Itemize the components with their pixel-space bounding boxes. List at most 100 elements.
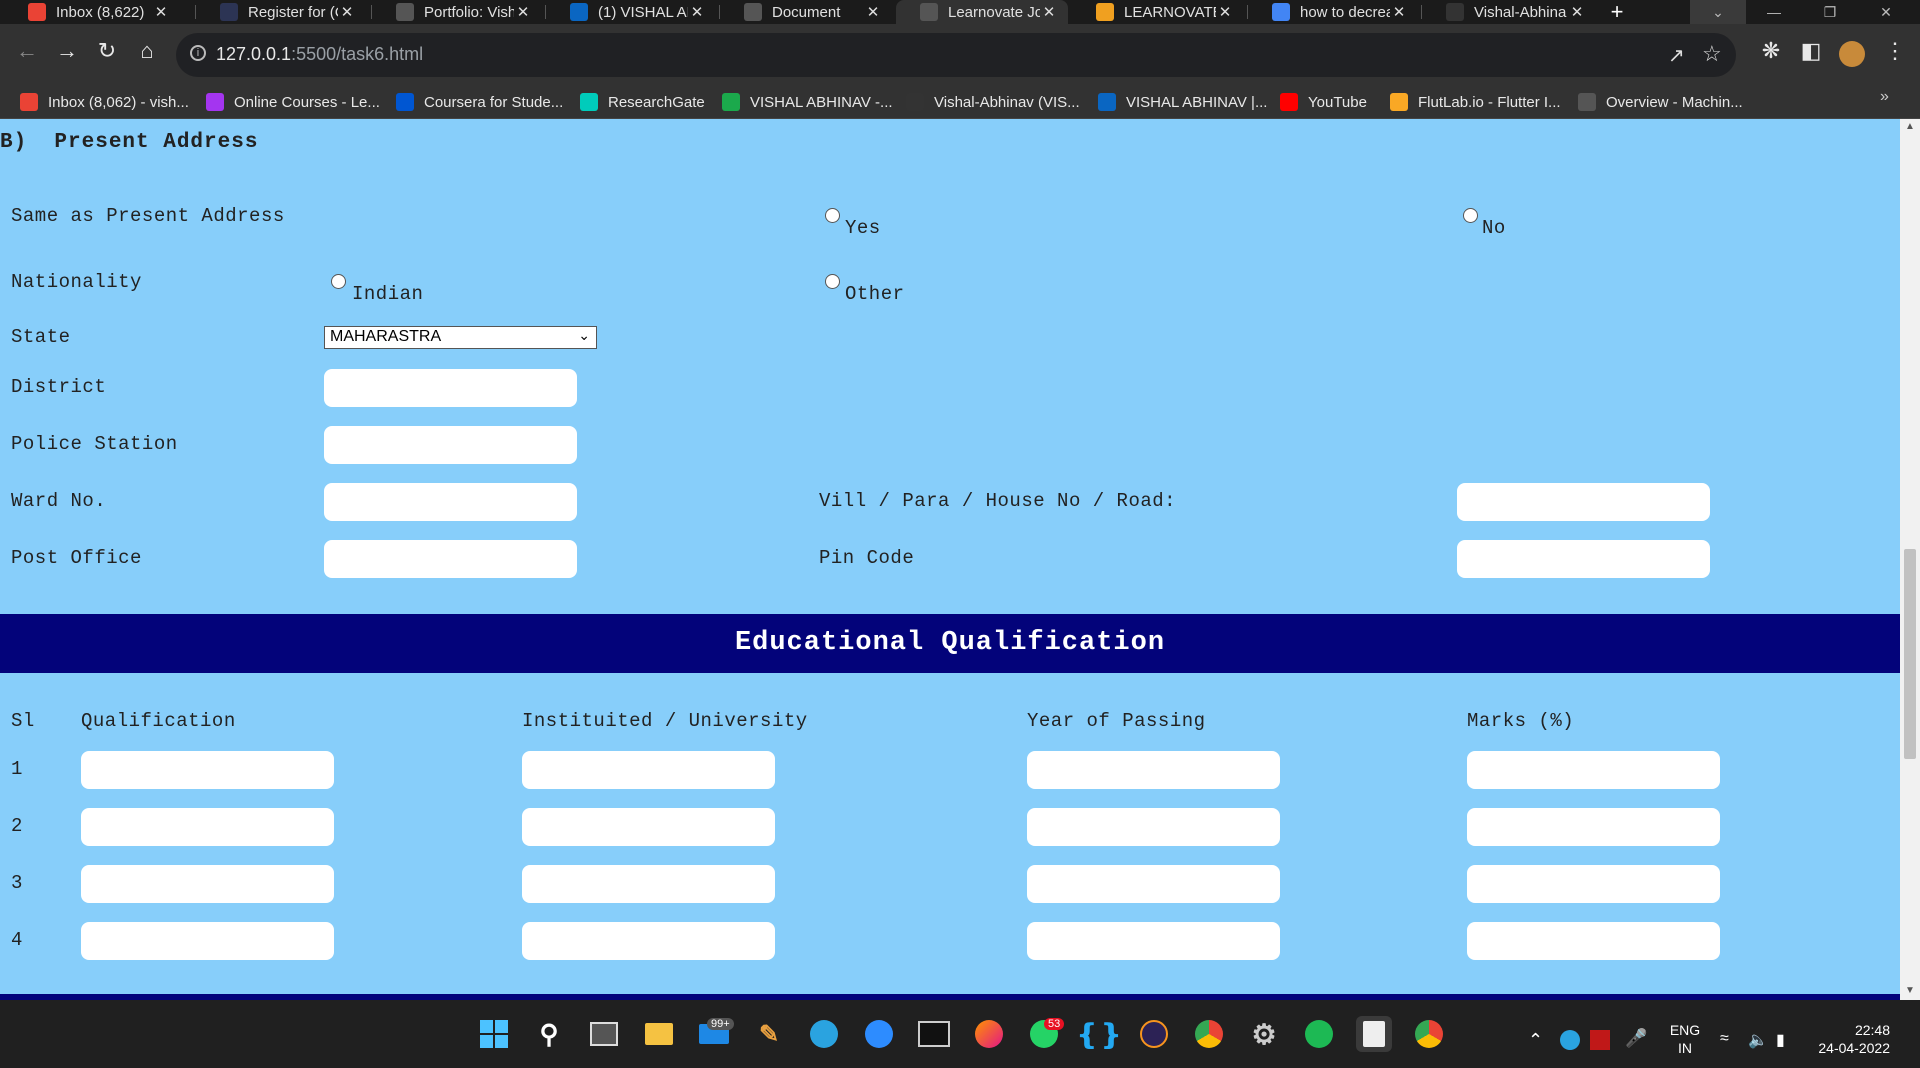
row-2-marks-input[interactable]	[1467, 808, 1720, 846]
chrome-icon[interactable]	[1191, 1016, 1227, 1052]
microphone-icon[interactable]: 🎤	[1625, 1028, 1647, 1049]
close-window-button[interactable]: ✕	[1858, 0, 1914, 24]
bookmark-item[interactable]: Overview - Machin...	[1578, 92, 1743, 112]
same-as-no-radio[interactable]	[1463, 208, 1478, 223]
menu-icon[interactable]: ⋮	[1880, 36, 1910, 66]
close-tab-icon[interactable]: ✕	[514, 3, 532, 21]
clock[interactable]: 22:48 24-04-2022	[1810, 1021, 1890, 1057]
police-station-input[interactable]	[324, 426, 577, 464]
bookmark-item[interactable]: Online Courses - Le...	[206, 92, 380, 112]
bookmark-star-icon[interactable]: ☆	[1702, 41, 1722, 67]
browser-tab[interactable]: Inbox (8,622) ✕	[4, 0, 180, 24]
district-input[interactable]	[324, 369, 577, 407]
ward-no-input[interactable]	[324, 483, 577, 521]
browser-tab[interactable]: LEARNOVATE ✕	[1072, 0, 1244, 24]
bookmark-item[interactable]: FlutLab.io - Flutter I...	[1390, 92, 1561, 112]
search-icon[interactable]: ⚲	[531, 1016, 567, 1052]
bookmark-item[interactable]: VISHAL ABHINAV |...	[1098, 92, 1267, 112]
bookmark-item[interactable]: YouTube	[1280, 92, 1367, 112]
close-tab-icon[interactable]: ✕	[1216, 3, 1234, 21]
tray-overflow-icon[interactable]: ⌃	[1528, 1030, 1543, 1051]
row-1-university-input[interactable]	[522, 751, 775, 789]
spotify-icon[interactable]	[1301, 1016, 1337, 1052]
restore-button[interactable]: ❐	[1802, 0, 1858, 24]
state-select[interactable]: MAHARASTRA ⌄	[324, 326, 597, 349]
language-indicator[interactable]: ENG IN	[1665, 1021, 1705, 1057]
share-icon[interactable]: ↗	[1668, 43, 1685, 68]
close-tab-icon[interactable]: ✕	[864, 3, 882, 21]
telegram-icon[interactable]	[806, 1016, 842, 1052]
close-tab-icon[interactable]: ✕	[152, 3, 170, 21]
address-bar[interactable]: i 127.0.0.1:5500/task6.html ↗ ☆	[176, 33, 1736, 77]
extensions-icon[interactable]: ❋	[1756, 36, 1786, 66]
minimize-button[interactable]: —	[1746, 0, 1802, 24]
zoom-icon[interactable]	[861, 1016, 897, 1052]
terminal-icon[interactable]	[916, 1016, 952, 1052]
eclipse-icon[interactable]	[1136, 1016, 1172, 1052]
row-4-year-input[interactable]	[1027, 922, 1280, 960]
settings-gear-icon[interactable]: ⚙	[1246, 1016, 1282, 1052]
bookmarks-overflow-icon[interactable]: »	[1880, 88, 1889, 106]
row-3-qualification-input[interactable]	[81, 865, 334, 903]
battery-icon[interactable]: ▮	[1776, 1030, 1785, 1050]
snipping-tool-icon[interactable]	[1356, 1016, 1392, 1052]
site-info-icon[interactable]: i	[190, 45, 206, 61]
task-view-icon[interactable]	[586, 1016, 622, 1052]
scrollbar-thumb[interactable]	[1904, 549, 1916, 759]
wifi-icon[interactable]: ≈	[1720, 1030, 1729, 1048]
browser-tab[interactable]: Vishal-Abhina ✕	[1422, 0, 1596, 24]
file-explorer-icon[interactable]	[641, 1016, 677, 1052]
bookmark-item[interactable]: Coursera for Stude...	[396, 92, 563, 112]
browser-tab[interactable]: Document ✕	[720, 0, 892, 24]
new-tab-button[interactable]: +	[1600, 0, 1634, 24]
volume-icon[interactable]: 🔈	[1748, 1030, 1768, 1050]
same-as-yes-radio[interactable]	[825, 208, 840, 223]
row-4-qualification-input[interactable]	[81, 922, 334, 960]
row-3-university-input[interactable]	[522, 865, 775, 903]
nationality-other-radio[interactable]	[825, 274, 840, 289]
forward-icon[interactable]: →	[52, 36, 82, 66]
side-panel-icon[interactable]: ◧	[1796, 36, 1826, 66]
back-icon[interactable]: ←	[12, 36, 42, 66]
windows-start-icon[interactable]	[476, 1016, 512, 1052]
browser-tab[interactable]: (1) VISHAL AB ✕	[546, 0, 716, 24]
vill-para-input[interactable]	[1457, 483, 1710, 521]
row-4-university-input[interactable]	[522, 922, 775, 960]
chrome-profile-icon[interactable]	[1411, 1016, 1447, 1052]
firefox-icon[interactable]	[971, 1016, 1007, 1052]
bookmark-item[interactable]: Inbox (8,062) - vish...	[20, 92, 189, 112]
page-scrollbar[interactable]: ▲ ▼	[1900, 119, 1920, 1000]
browser-tab[interactable]: Learnovate Jol ✕	[896, 0, 1068, 24]
nationality-indian-radio[interactable]	[331, 274, 346, 289]
pin-code-input[interactable]	[1457, 540, 1710, 578]
close-tab-icon[interactable]: ✕	[1390, 3, 1408, 21]
tab-search-button[interactable]: ⌄	[1690, 0, 1746, 24]
row-2-year-input[interactable]	[1027, 808, 1280, 846]
row-2-university-input[interactable]	[522, 808, 775, 846]
close-tab-icon[interactable]: ✕	[1568, 3, 1586, 21]
profile-avatar[interactable]	[1839, 41, 1865, 67]
row-1-qualification-input[interactable]	[81, 751, 334, 789]
close-tab-icon[interactable]: ✕	[688, 3, 706, 21]
tray-telegram-icon[interactable]	[1560, 1030, 1580, 1050]
browser-tab[interactable]: Register for (C ✕	[196, 0, 366, 24]
row-1-year-input[interactable]	[1027, 751, 1280, 789]
pencil-app-icon[interactable]: ✎	[751, 1016, 787, 1052]
row-3-year-input[interactable]	[1027, 865, 1280, 903]
bookmark-item[interactable]: VISHAL ABHINAV -...	[722, 92, 893, 112]
row-3-marks-input[interactable]	[1467, 865, 1720, 903]
row-2-qualification-input[interactable]	[81, 808, 334, 846]
bookmark-item[interactable]: ResearchGate	[580, 92, 705, 112]
browser-tab[interactable]: how to decrea ✕	[1248, 0, 1418, 24]
bookmark-item[interactable]: Vishal-Abhinav (VIS...	[906, 92, 1080, 112]
browser-tab[interactable]: Portfolio: Vish ✕	[372, 0, 542, 24]
home-icon[interactable]: ⌂	[132, 36, 162, 66]
tray-mcafee-icon[interactable]	[1590, 1030, 1610, 1050]
row-4-marks-input[interactable]	[1467, 922, 1720, 960]
scroll-up-icon[interactable]: ▲	[1905, 121, 1915, 132]
reload-icon[interactable]: ↻	[92, 36, 122, 66]
post-office-input[interactable]	[324, 540, 577, 578]
vscode-icon[interactable]: ❴❵	[1076, 1016, 1123, 1052]
scroll-down-icon[interactable]: ▼	[1905, 985, 1915, 996]
row-1-marks-input[interactable]	[1467, 751, 1720, 789]
